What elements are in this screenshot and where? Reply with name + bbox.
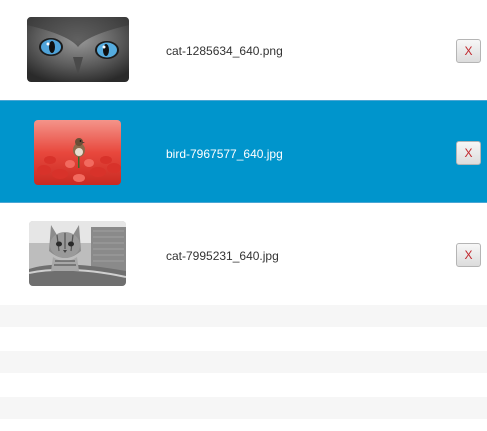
remove-button[interactable]: X — [456, 141, 481, 165]
thumbnail-image — [34, 120, 121, 185]
file-list-item[interactable]: cat-1285634_640.png X — [0, 0, 487, 100]
file-list-item[interactable]: cat-7995231_640.jpg X — [0, 203, 487, 304]
file-name: bird-7967577_640.jpg — [166, 147, 283, 161]
empty-list-row — [0, 397, 487, 419]
thumbnail-image — [29, 221, 126, 286]
thumbnail-image — [27, 17, 129, 82]
file-list: cat-1285634_640.png X bird-7967577_640.j… — [0, 0, 487, 431]
file-name: cat-7995231_640.jpg — [166, 249, 279, 263]
file-name: cat-1285634_640.png — [166, 44, 283, 58]
empty-list-row — [0, 305, 487, 327]
empty-list-row — [0, 351, 487, 373]
remove-button[interactable]: X — [456, 39, 481, 63]
remove-button[interactable]: X — [456, 243, 481, 267]
file-list-item-selected[interactable]: bird-7967577_640.jpg X — [0, 100, 487, 203]
